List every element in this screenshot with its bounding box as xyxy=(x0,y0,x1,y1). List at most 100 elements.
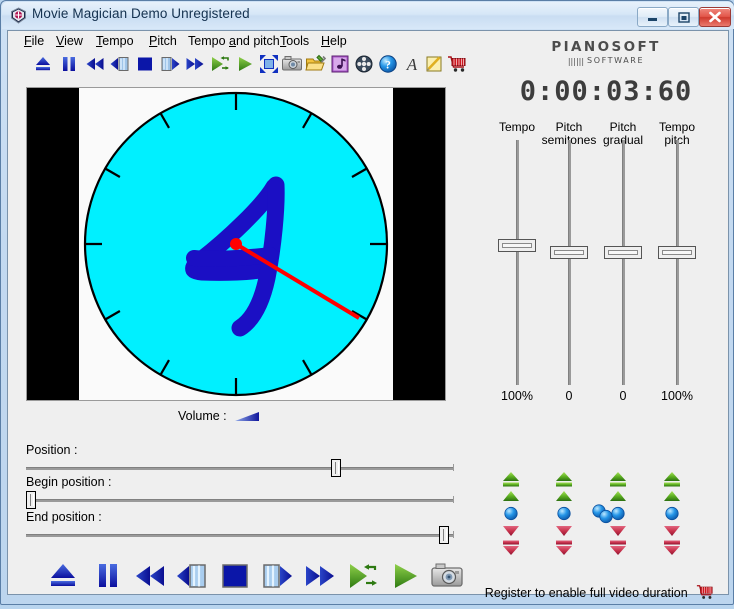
pitch-semitones-slider-column: Pitchsemitones 0 xyxy=(540,121,598,403)
toolbar-video-button[interactable] xyxy=(353,53,375,75)
pitch-semitones-increase-button[interactable] xyxy=(553,488,575,505)
transport-pause-button[interactable] xyxy=(91,559,125,598)
slider-track[interactable] xyxy=(26,534,454,537)
toolbar-fast-forward-button[interactable] xyxy=(184,53,206,75)
tempo-pitch-decrease-min-button[interactable] xyxy=(661,539,683,556)
pitch-gradual-decrease-min-button[interactable] xyxy=(607,539,629,556)
toolbar-stop-button[interactable] xyxy=(134,53,156,75)
pitch-semitones-decrease-min-button[interactable] xyxy=(553,539,575,556)
tempo-pitch-increase-max-button[interactable] xyxy=(661,471,683,488)
end-position-slider[interactable] xyxy=(26,526,454,544)
toolbar-previous-frame-button[interactable] xyxy=(109,53,131,75)
tempo-increase-max-button[interactable] xyxy=(500,471,522,488)
menu-help[interactable]: Help xyxy=(317,33,351,49)
pitch-gradual-increase-max-button[interactable] xyxy=(607,471,629,488)
tempo-increase-button[interactable] xyxy=(500,488,522,505)
slider-track[interactable] xyxy=(676,140,679,385)
toolbar-next-frame-button[interactable] xyxy=(159,53,181,75)
toolbar-fullscreen-button[interactable] xyxy=(258,53,280,75)
fullscreen-icon xyxy=(258,53,280,75)
up-arrow-icon xyxy=(553,488,575,505)
slider-track[interactable] xyxy=(516,140,519,385)
transport-snapshot-button[interactable] xyxy=(430,559,464,598)
end-position-slider-label: End position : xyxy=(26,510,454,524)
transport-stop-button[interactable] xyxy=(218,559,252,598)
tempo-pitch-value: 100% xyxy=(648,389,706,403)
transport-next-frame-button[interactable] xyxy=(260,559,294,598)
brand-bars: |||||| xyxy=(568,57,584,66)
tempo-pitch-reset-button[interactable] xyxy=(661,505,683,522)
toolbar-font-button[interactable]: A xyxy=(401,53,423,75)
pitch-semitones-slider-thumb[interactable] xyxy=(550,246,588,259)
play-icon xyxy=(234,53,256,75)
volume-wedge-icon[interactable] xyxy=(234,410,260,428)
pitch-semitones-slider[interactable] xyxy=(540,140,598,385)
toolbar-open-file-button[interactable] xyxy=(305,53,327,75)
down-arrow-bar-icon xyxy=(500,539,522,556)
tempo-decrease-button[interactable] xyxy=(500,522,522,539)
shopping-cart-icon xyxy=(446,53,468,75)
reset-all-button[interactable] xyxy=(589,503,617,530)
tempo-slider-thumb[interactable] xyxy=(498,239,536,252)
shopping-cart-icon[interactable] xyxy=(695,583,715,604)
transport-eject-button[interactable] xyxy=(46,559,80,598)
menu-file[interactable]: File xyxy=(20,33,48,49)
menu-pitch[interactable]: Pitch xyxy=(145,33,181,49)
blue-sphere-icon xyxy=(661,505,683,522)
eject-icon xyxy=(32,53,54,75)
menu-view[interactable]: View xyxy=(52,33,87,49)
slider-track[interactable] xyxy=(622,140,625,385)
tempo-slider[interactable] xyxy=(488,140,546,385)
slider-track[interactable] xyxy=(26,499,454,502)
transport-fast-forward-button[interactable] xyxy=(303,559,337,598)
brand-sub-text: SOFTWARE xyxy=(587,56,644,65)
minimize-button[interactable] xyxy=(637,7,668,27)
menu-tools[interactable]: Tools xyxy=(276,33,313,49)
tempo-pitch-slider-thumb[interactable] xyxy=(658,246,696,259)
toolbar-help-button[interactable]: ? xyxy=(377,53,399,75)
toolbar-eject-button[interactable] xyxy=(32,53,54,75)
video-preview[interactable] xyxy=(26,87,446,401)
pitch-gradual-slider[interactable] xyxy=(594,140,652,385)
volume-control[interactable]: Volume : xyxy=(178,409,308,425)
tempo-pitch-increase-button[interactable] xyxy=(661,488,683,505)
pitch-semitones-stepper xyxy=(553,471,575,556)
pitch-semitones-reset-button[interactable] xyxy=(553,505,575,522)
maximize-button[interactable] xyxy=(668,7,699,27)
menu-tempo[interactable]: Tempo xyxy=(92,33,138,49)
toolbar-play-loop-button[interactable] xyxy=(209,53,231,75)
tempo-pitch-decrease-button[interactable] xyxy=(661,522,683,539)
pitch-semitones-increase-max-button[interactable] xyxy=(553,471,575,488)
transport-previous-frame-button[interactable] xyxy=(175,559,209,598)
toolbar-snapshot-button[interactable] xyxy=(281,53,303,75)
transport-rewind-button[interactable] xyxy=(133,559,167,598)
toolbar-notes-button[interactable] xyxy=(423,53,445,75)
slider-track[interactable] xyxy=(26,467,454,470)
brand-name: PIANOSOFT xyxy=(536,39,676,55)
end-position-slider-thumb[interactable] xyxy=(439,526,449,544)
begin-position-slider[interactable] xyxy=(26,491,454,509)
toolbar-play-button[interactable] xyxy=(234,53,256,75)
tempo-value: 100% xyxy=(488,389,546,403)
begin-position-slider-thumb[interactable] xyxy=(26,491,36,509)
tempo-decrease-min-button[interactable] xyxy=(500,539,522,556)
transport-play-button[interactable] xyxy=(388,559,422,598)
toolbar-rewind-button[interactable] xyxy=(84,53,106,75)
up-arrow-bar-icon xyxy=(553,471,575,488)
slider-track-end xyxy=(453,531,454,538)
tempo-reset-button[interactable] xyxy=(500,505,522,522)
tempo-pitch-slider[interactable] xyxy=(648,140,706,385)
close-button[interactable] xyxy=(699,7,731,27)
menu-tempo-and-pitch[interactable]: Tempo and pitch xyxy=(184,33,284,49)
pitch-semitones-decrease-button[interactable] xyxy=(553,522,575,539)
transport-play-loop-button[interactable] xyxy=(346,559,380,598)
next-frame-icon xyxy=(260,559,294,593)
toolbar-audio-button[interactable] xyxy=(329,53,351,75)
pitch-gradual-slider-thumb[interactable] xyxy=(604,246,642,259)
toolbar-pause-button[interactable] xyxy=(58,53,80,75)
camera-icon xyxy=(281,53,303,75)
toolbar-buy-button[interactable] xyxy=(446,53,468,75)
register-prompt[interactable]: Register to enable full video duration xyxy=(474,583,726,604)
slider-track[interactable] xyxy=(568,140,571,385)
slider-track-end xyxy=(453,464,454,471)
